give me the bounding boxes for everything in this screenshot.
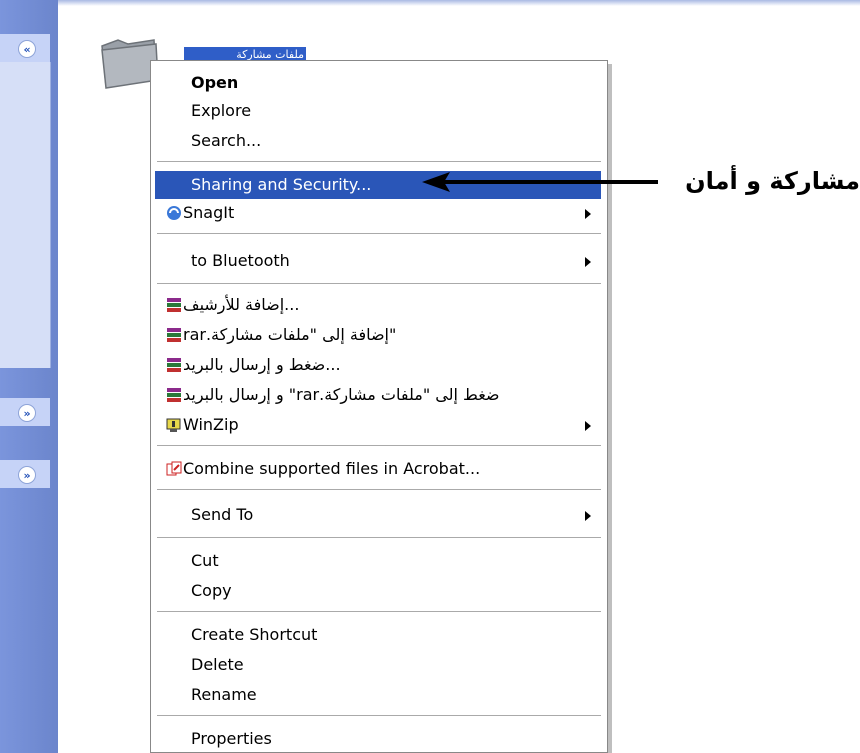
- acrobat-icon: [166, 461, 182, 476]
- task-pane: « » »: [0, 0, 58, 753]
- menu-separator: [157, 537, 601, 538]
- menu-item-create-shortcut[interactable]: Create Shortcut: [155, 621, 601, 649]
- menu-separator: [157, 715, 601, 716]
- menu-separator: [157, 489, 601, 490]
- menu-item-open[interactable]: Open: [155, 69, 601, 97]
- snagit-icon: [167, 206, 181, 220]
- menu-separator: [157, 445, 601, 446]
- menu-item-rar-add-named[interactable]: "إضافة إلى "ملفات مشاركة.rar: [155, 321, 601, 349]
- menu-separator: [157, 233, 601, 234]
- task-panel-body: [0, 62, 51, 368]
- window-top-border: [58, 0, 860, 6]
- menu-item-rar-add-archive[interactable]: ...إضافة للأرشيف: [155, 291, 601, 319]
- expand-chevron-icon[interactable]: »: [18, 404, 36, 422]
- menu-item-send-to[interactable]: Send To: [155, 501, 601, 529]
- submenu-arrow-icon: [585, 209, 591, 219]
- menu-item-properties[interactable]: Properties: [155, 725, 601, 753]
- expand-chevron-icon[interactable]: »: [18, 466, 36, 484]
- menu-item-search[interactable]: Search...: [155, 127, 601, 155]
- menu-item-cut[interactable]: Cut: [155, 547, 601, 575]
- annotation-arrow-icon: [422, 172, 658, 192]
- menu-item-rename[interactable]: Rename: [155, 681, 601, 709]
- menu-item-winzip[interactable]: WinZip: [155, 411, 601, 439]
- menu-separator: [157, 161, 601, 162]
- annotation-label: مشاركة و أمان: [685, 167, 860, 195]
- menu-item-rar-compress-named-email[interactable]: ضغط إلى "ملفات مشاركة.rar" و إرسال بالبر…: [155, 381, 601, 409]
- menu-item-rar-compress-email[interactable]: ...ضغط و إرسال بالبريد: [155, 351, 601, 379]
- winrar-icon: [167, 358, 181, 372]
- menu-separator: [157, 611, 601, 612]
- menu-item-copy[interactable]: Copy: [155, 577, 601, 605]
- collapse-chevron-icon[interactable]: «: [18, 40, 36, 58]
- menu-item-snagit[interactable]: SnagIt: [155, 199, 601, 227]
- menu-item-explore[interactable]: Explore: [155, 97, 601, 125]
- context-menu: Open Explore Search... Sharing and Secur…: [150, 60, 608, 753]
- winrar-icon: [167, 328, 181, 342]
- menu-item-acrobat[interactable]: Combine supported files in Acrobat...: [155, 455, 601, 483]
- winrar-icon: [167, 298, 181, 312]
- winrar-icon: [167, 388, 181, 402]
- menu-separator: [157, 283, 601, 284]
- winzip-icon: [166, 418, 181, 432]
- submenu-arrow-icon: [585, 421, 591, 431]
- submenu-arrow-icon: [585, 511, 591, 521]
- menu-item-bluetooth[interactable]: to Bluetooth: [155, 247, 601, 275]
- menu-item-delete[interactable]: Delete: [155, 651, 601, 679]
- submenu-arrow-icon: [585, 257, 591, 267]
